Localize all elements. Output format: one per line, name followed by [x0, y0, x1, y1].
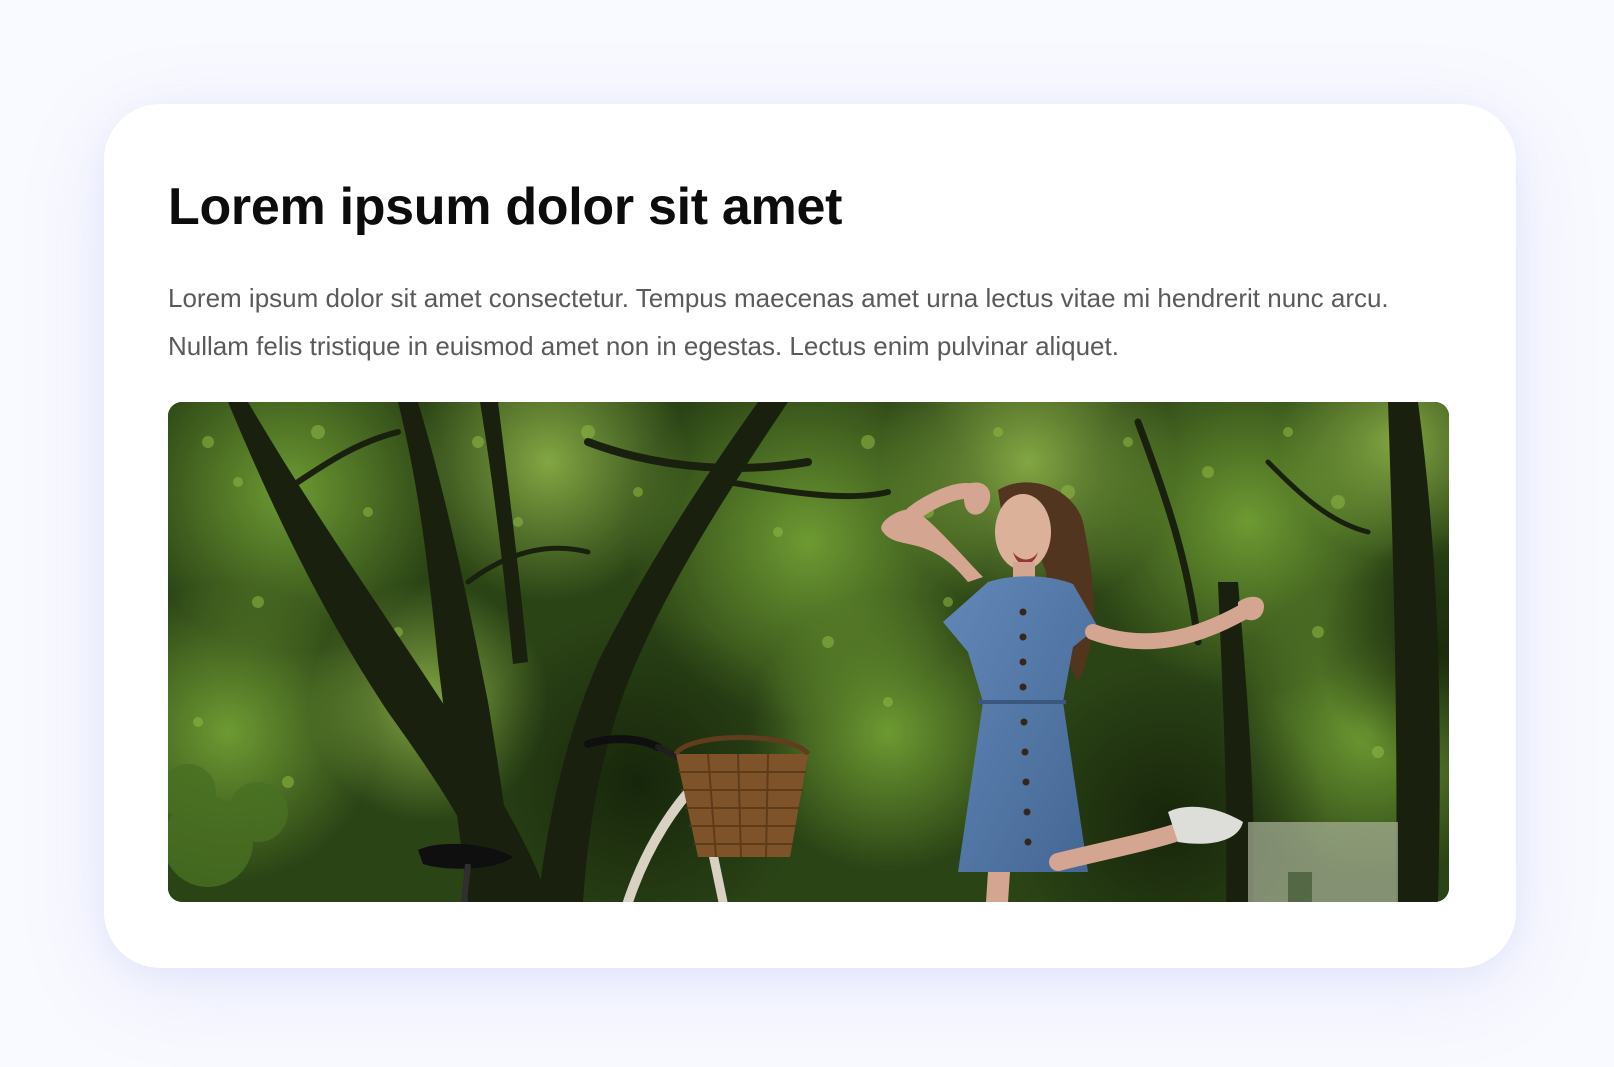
card-title: Lorem ipsum dolor sit amet: [168, 178, 843, 236]
card-description: Lorem ipsum dolor sit amet consectetur. …: [168, 283, 1389, 361]
hero-image-illustration: [168, 402, 1449, 902]
content-card: Lorem ipsum dolor sit amet Lorem ipsum d…: [104, 104, 1516, 968]
hero-image: [168, 402, 1449, 902]
